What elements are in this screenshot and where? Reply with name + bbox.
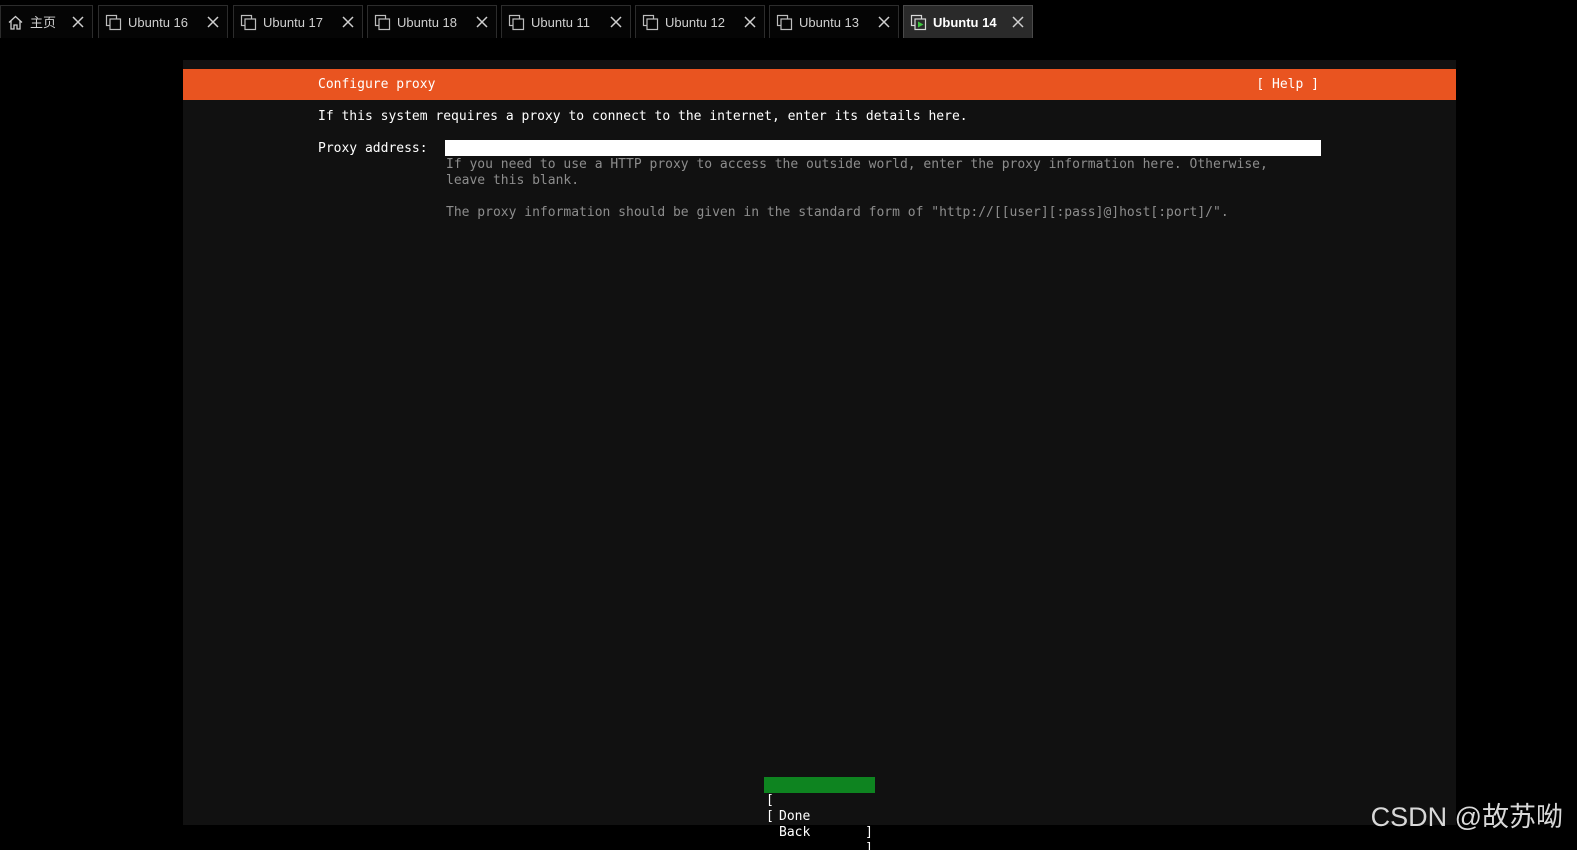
tab-ubuntu-13[interactable]: Ubuntu 13 bbox=[769, 5, 899, 38]
tab-bar: 主页 Ubuntu 16 Ubuntu 17 Ubuntu 18 Ubuntu … bbox=[0, 0, 1577, 40]
tab-ubuntu-17[interactable]: Ubuntu 17 bbox=[233, 5, 363, 38]
tab-label: Ubuntu 11 bbox=[531, 15, 591, 30]
back-button-label: Back bbox=[779, 825, 811, 840]
watermark: CSDN @故苏呦 bbox=[1370, 802, 1563, 832]
tab-ubuntu-16[interactable]: Ubuntu 16 bbox=[98, 5, 228, 38]
close-icon[interactable] bbox=[205, 14, 221, 30]
tab-label: Ubuntu 16 bbox=[128, 15, 188, 30]
page-title: Configure proxy bbox=[318, 77, 436, 92]
close-icon[interactable] bbox=[474, 14, 490, 30]
header-bar: Configure proxy [ Help ] bbox=[183, 69, 1456, 100]
close-icon[interactable] bbox=[340, 14, 356, 30]
tab-label: Ubuntu 14 bbox=[933, 15, 997, 30]
tab-ubuntu-11[interactable]: Ubuntu 11 bbox=[501, 5, 631, 38]
proxy-format-text: The proxy information should be given in… bbox=[446, 205, 1229, 220]
back-button[interactable]: [ Back ] bbox=[764, 793, 875, 850]
tab-label: Ubuntu 17 bbox=[263, 15, 323, 30]
vm-icon bbox=[105, 14, 122, 31]
close-icon[interactable] bbox=[876, 14, 892, 30]
vm-icon bbox=[642, 14, 659, 31]
proxy-address-label: Proxy address: bbox=[318, 141, 428, 156]
tab-home[interactable]: 主页 bbox=[0, 5, 93, 38]
bracket-close: ] bbox=[865, 825, 873, 840]
tab-ubuntu-18[interactable]: Ubuntu 18 bbox=[367, 5, 497, 38]
close-icon[interactable] bbox=[608, 14, 624, 30]
close-icon[interactable] bbox=[742, 14, 758, 30]
tab-label: Ubuntu 12 bbox=[665, 15, 725, 30]
close-icon[interactable] bbox=[1010, 14, 1026, 30]
vm-icon bbox=[776, 14, 793, 31]
tab-label: Ubuntu 13 bbox=[799, 15, 859, 30]
bracket-open: [ bbox=[766, 809, 774, 824]
vm-icon bbox=[508, 14, 525, 31]
help-button[interactable]: [ Help ] bbox=[1256, 77, 1319, 93]
done-button[interactable]: [ Done ] bbox=[764, 777, 875, 840]
vm-icon bbox=[374, 14, 391, 31]
tab-ubuntu-12[interactable]: Ubuntu 12 bbox=[635, 5, 765, 38]
vm-icon bbox=[240, 14, 257, 31]
proxy-help-text: If you need to use a HTTP proxy to acces… bbox=[446, 157, 1268, 188]
vm-running-icon bbox=[910, 14, 927, 31]
home-icon bbox=[8, 15, 23, 30]
bracket-close: ] bbox=[865, 841, 873, 850]
tab-label: Ubuntu 18 bbox=[397, 15, 457, 30]
installer-console: Configure proxy [ Help ] If this system … bbox=[183, 60, 1456, 850]
intro-text: If this system requires a proxy to conne… bbox=[318, 109, 968, 124]
tab-ubuntu-14[interactable]: Ubuntu 14 bbox=[903, 5, 1033, 38]
tab-label: 主页 bbox=[30, 15, 57, 30]
close-icon[interactable] bbox=[70, 14, 86, 30]
proxy-address-input[interactable] bbox=[445, 140, 1321, 156]
